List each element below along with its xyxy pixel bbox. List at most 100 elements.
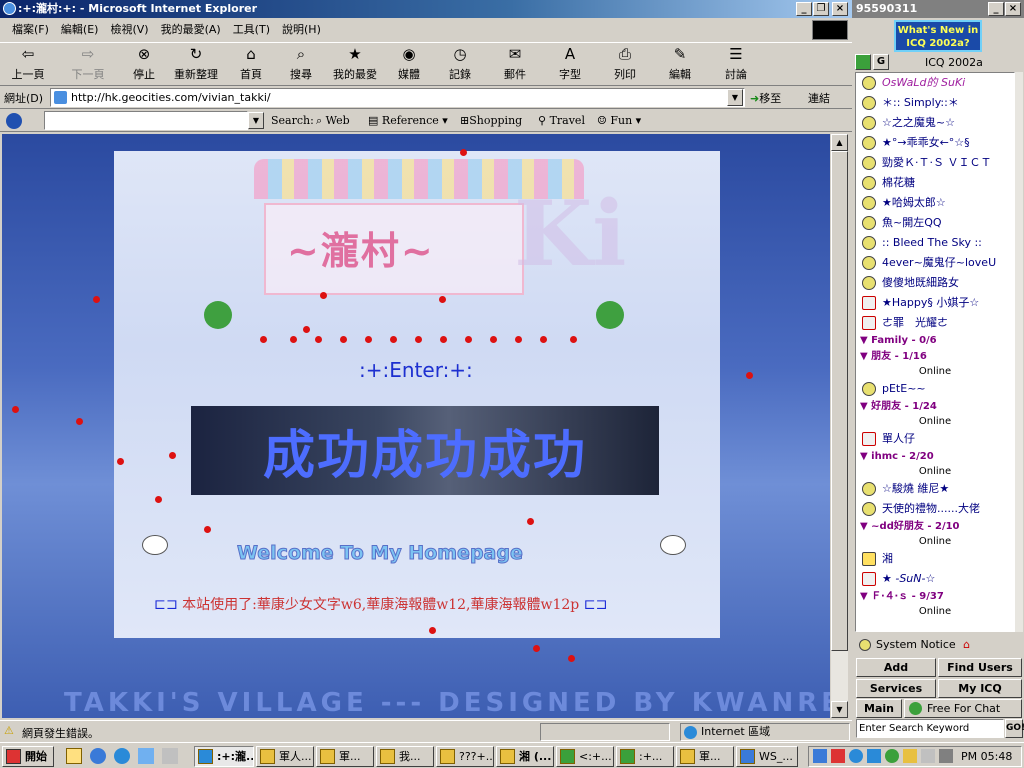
scroll-up-button[interactable]: ▲: [831, 134, 848, 151]
icq-search-input[interactable]: Enter Search Keyword: [856, 719, 1004, 738]
close-button[interactable]: ×: [832, 2, 848, 16]
search-fun-button[interactable]: ☺ Fun ▾: [597, 114, 641, 127]
scroll-thumb[interactable]: [831, 151, 848, 651]
contact-group-header[interactable]: ▼ 好朋友 - 1/24: [856, 399, 1014, 415]
contact-item[interactable]: :: Bleed The Sky ::: [856, 233, 1014, 253]
contact-item[interactable]: ☆駿燒 維尼★: [856, 479, 1014, 499]
address-input[interactable]: http://hk.geocities.com/vivian_takki/: [50, 88, 745, 107]
taskbar-task-active[interactable]: :+:瀧...: [194, 746, 254, 767]
contact-item[interactable]: ＊:: Simply::＊: [856, 93, 1014, 113]
contact-item[interactable]: ㄜ罪 光耀ㄜ: [856, 313, 1014, 333]
taskbar-task[interactable]: 軍人...: [256, 746, 314, 767]
search-dropdown-button[interactable]: ▼: [248, 112, 264, 129]
quicklaunch-icon[interactable]: [138, 748, 154, 764]
system-notice[interactable]: System Notice ⌂: [856, 636, 1022, 654]
tray-icon[interactable]: [885, 749, 899, 763]
icq-services-button[interactable]: Services: [856, 679, 936, 698]
search-reference-button[interactable]: ▤ Reference ▾: [368, 114, 448, 127]
search-button[interactable]: ⌕ 搜尋: [278, 43, 324, 85]
contact-item[interactable]: 勁愛Ｋ‧Ｔ‧Ｓ ＶＩＣＴ: [856, 153, 1014, 173]
scroll-down-button[interactable]: ▼: [831, 701, 848, 718]
favorites-button[interactable]: ★ 我的最愛: [324, 43, 386, 85]
taskbar-task[interactable]: :+...: [616, 746, 674, 767]
tray-icon[interactable]: [903, 749, 917, 763]
menu-view[interactable]: 檢視(V): [104, 19, 154, 41]
tray-icon[interactable]: [921, 749, 935, 763]
menu-favorites[interactable]: 我的最愛(A): [155, 19, 227, 41]
contact-item[interactable]: ★Happy§ 小娸子☆: [856, 293, 1014, 313]
icq-main-button[interactable]: Main: [856, 699, 902, 718]
back-button[interactable]: ⇦ 上一頁: [0, 43, 56, 85]
media-button[interactable]: ◉ 媒體: [386, 43, 432, 85]
contact-group-header[interactable]: ▼ Family - 0/6: [856, 333, 1014, 349]
icq-my-icq-button[interactable]: My ICQ: [938, 679, 1022, 698]
tray-icon[interactable]: [813, 749, 827, 763]
contact-item[interactable]: ★°→乖乖女←°☆§: [856, 133, 1014, 153]
search-travel-button[interactable]: ⚲ Travel: [538, 114, 585, 127]
tray-icon[interactable]: [939, 749, 953, 763]
contact-group-header[interactable]: ▼ Ｆ‧４‧ｓ - 9/37: [856, 589, 1014, 605]
contact-item[interactable]: OsWaLd的 SuKi: [856, 73, 1014, 93]
contact-item[interactable]: ★哈姆太郎☆: [856, 193, 1014, 213]
vertical-scrollbar[interactable]: ▲ ▼: [831, 134, 848, 718]
go-button[interactable]: ➜移至: [750, 90, 781, 106]
icq-status-button[interactable]: Free For Chat: [904, 699, 1022, 718]
links-label[interactable]: 連結: [808, 90, 830, 106]
mail-button[interactable]: ✉ 郵件: [488, 43, 542, 85]
taskbar-task[interactable]: <:+...: [556, 746, 614, 767]
contact-item[interactable]: 魚~開左QQ: [856, 213, 1014, 233]
menu-edit[interactable]: 編輯(E): [55, 19, 105, 41]
search-input[interactable]: [44, 111, 248, 130]
tray-icon[interactable]: [867, 749, 881, 763]
quicklaunch-icon[interactable]: [90, 748, 106, 764]
contact-item[interactable]: 單人仔: [856, 429, 1014, 449]
contact-group-header[interactable]: ▼ ihmc - 2/20: [856, 449, 1014, 465]
icq-search-go-button[interactable]: GO!: [1005, 719, 1024, 738]
forward-button[interactable]: ⇨ 下一頁: [56, 43, 120, 85]
contact-item[interactable]: 4ever~魔鬼仔~loveU: [856, 253, 1014, 273]
address-dropdown-button[interactable]: ▼: [727, 89, 743, 106]
discuss-button[interactable]: ☰ 討論: [708, 43, 764, 85]
tray-icon[interactable]: [831, 749, 845, 763]
taskbar-task[interactable]: ???+...: [436, 746, 494, 767]
enter-link[interactable]: :+:Enter:+:: [359, 358, 473, 382]
menu-file[interactable]: 檔案(F): [6, 19, 55, 41]
icq-g-tab[interactable]: G: [873, 54, 889, 70]
refresh-button[interactable]: ↻ 重新整理: [168, 43, 224, 85]
icq-minimize-button[interactable]: _: [988, 2, 1004, 16]
taskbar-task[interactable]: 軍...: [316, 746, 374, 767]
taskbar-task[interactable]: 軍...: [676, 746, 734, 767]
menu-tools[interactable]: 工具(T): [227, 19, 276, 41]
contact-item[interactable]: ★ -SuN-☆: [856, 569, 1014, 589]
contact-group-header[interactable]: ▼ 朋友 - 1/16: [856, 349, 1014, 365]
contact-list-scrollbar[interactable]: [1015, 72, 1023, 632]
contact-group-header[interactable]: ▼ ~dd好朋友 - 2/10: [856, 519, 1014, 535]
quicklaunch-icon[interactable]: [66, 748, 82, 764]
clock[interactable]: PM 05:48: [961, 750, 1012, 763]
edit-button[interactable]: ✎ 編輯: [652, 43, 708, 85]
icq-flower-tab[interactable]: [855, 54, 871, 70]
minimize-button[interactable]: _: [796, 2, 812, 16]
icq-add-button[interactable]: Add: [856, 658, 936, 677]
icq-ad-banner[interactable]: What's New in ICQ 2002a?: [894, 20, 982, 52]
search-web-button[interactable]: ⌕ Web: [316, 114, 350, 128]
tray-icon[interactable]: [849, 749, 863, 763]
taskbar-task[interactable]: 湘 (...: [496, 746, 554, 767]
start-button[interactable]: 開始: [2, 746, 54, 767]
print-button[interactable]: ⎙ 列印: [598, 43, 652, 85]
contact-item[interactable]: 湘: [856, 549, 1014, 569]
search-shopping-button[interactable]: ⊞Shopping: [460, 114, 522, 127]
home-button[interactable]: ⌂ 首頁: [224, 43, 278, 85]
font-button[interactable]: A 字型: [542, 43, 598, 85]
quicklaunch-icon[interactable]: [114, 748, 130, 764]
contact-item[interactable]: 棉花糖: [856, 173, 1014, 193]
restore-button[interactable]: ❐: [813, 2, 829, 16]
history-button[interactable]: ◷ 記錄: [432, 43, 488, 85]
contact-item[interactable]: 天使的禮物......大佬: [856, 499, 1014, 519]
contact-item[interactable]: pEtE~~: [856, 379, 1014, 399]
contact-list[interactable]: OsWaLd的 SuKi ＊:: Simply::＊ ☆之之魔鬼~☆ ★°→乖乖…: [855, 72, 1015, 632]
contact-item[interactable]: 傻傻地既細路女: [856, 273, 1014, 293]
icq-close-button[interactable]: ×: [1005, 2, 1021, 16]
taskbar-task[interactable]: 我...: [376, 746, 434, 767]
contact-item[interactable]: ☆之之魔鬼~☆: [856, 113, 1014, 133]
